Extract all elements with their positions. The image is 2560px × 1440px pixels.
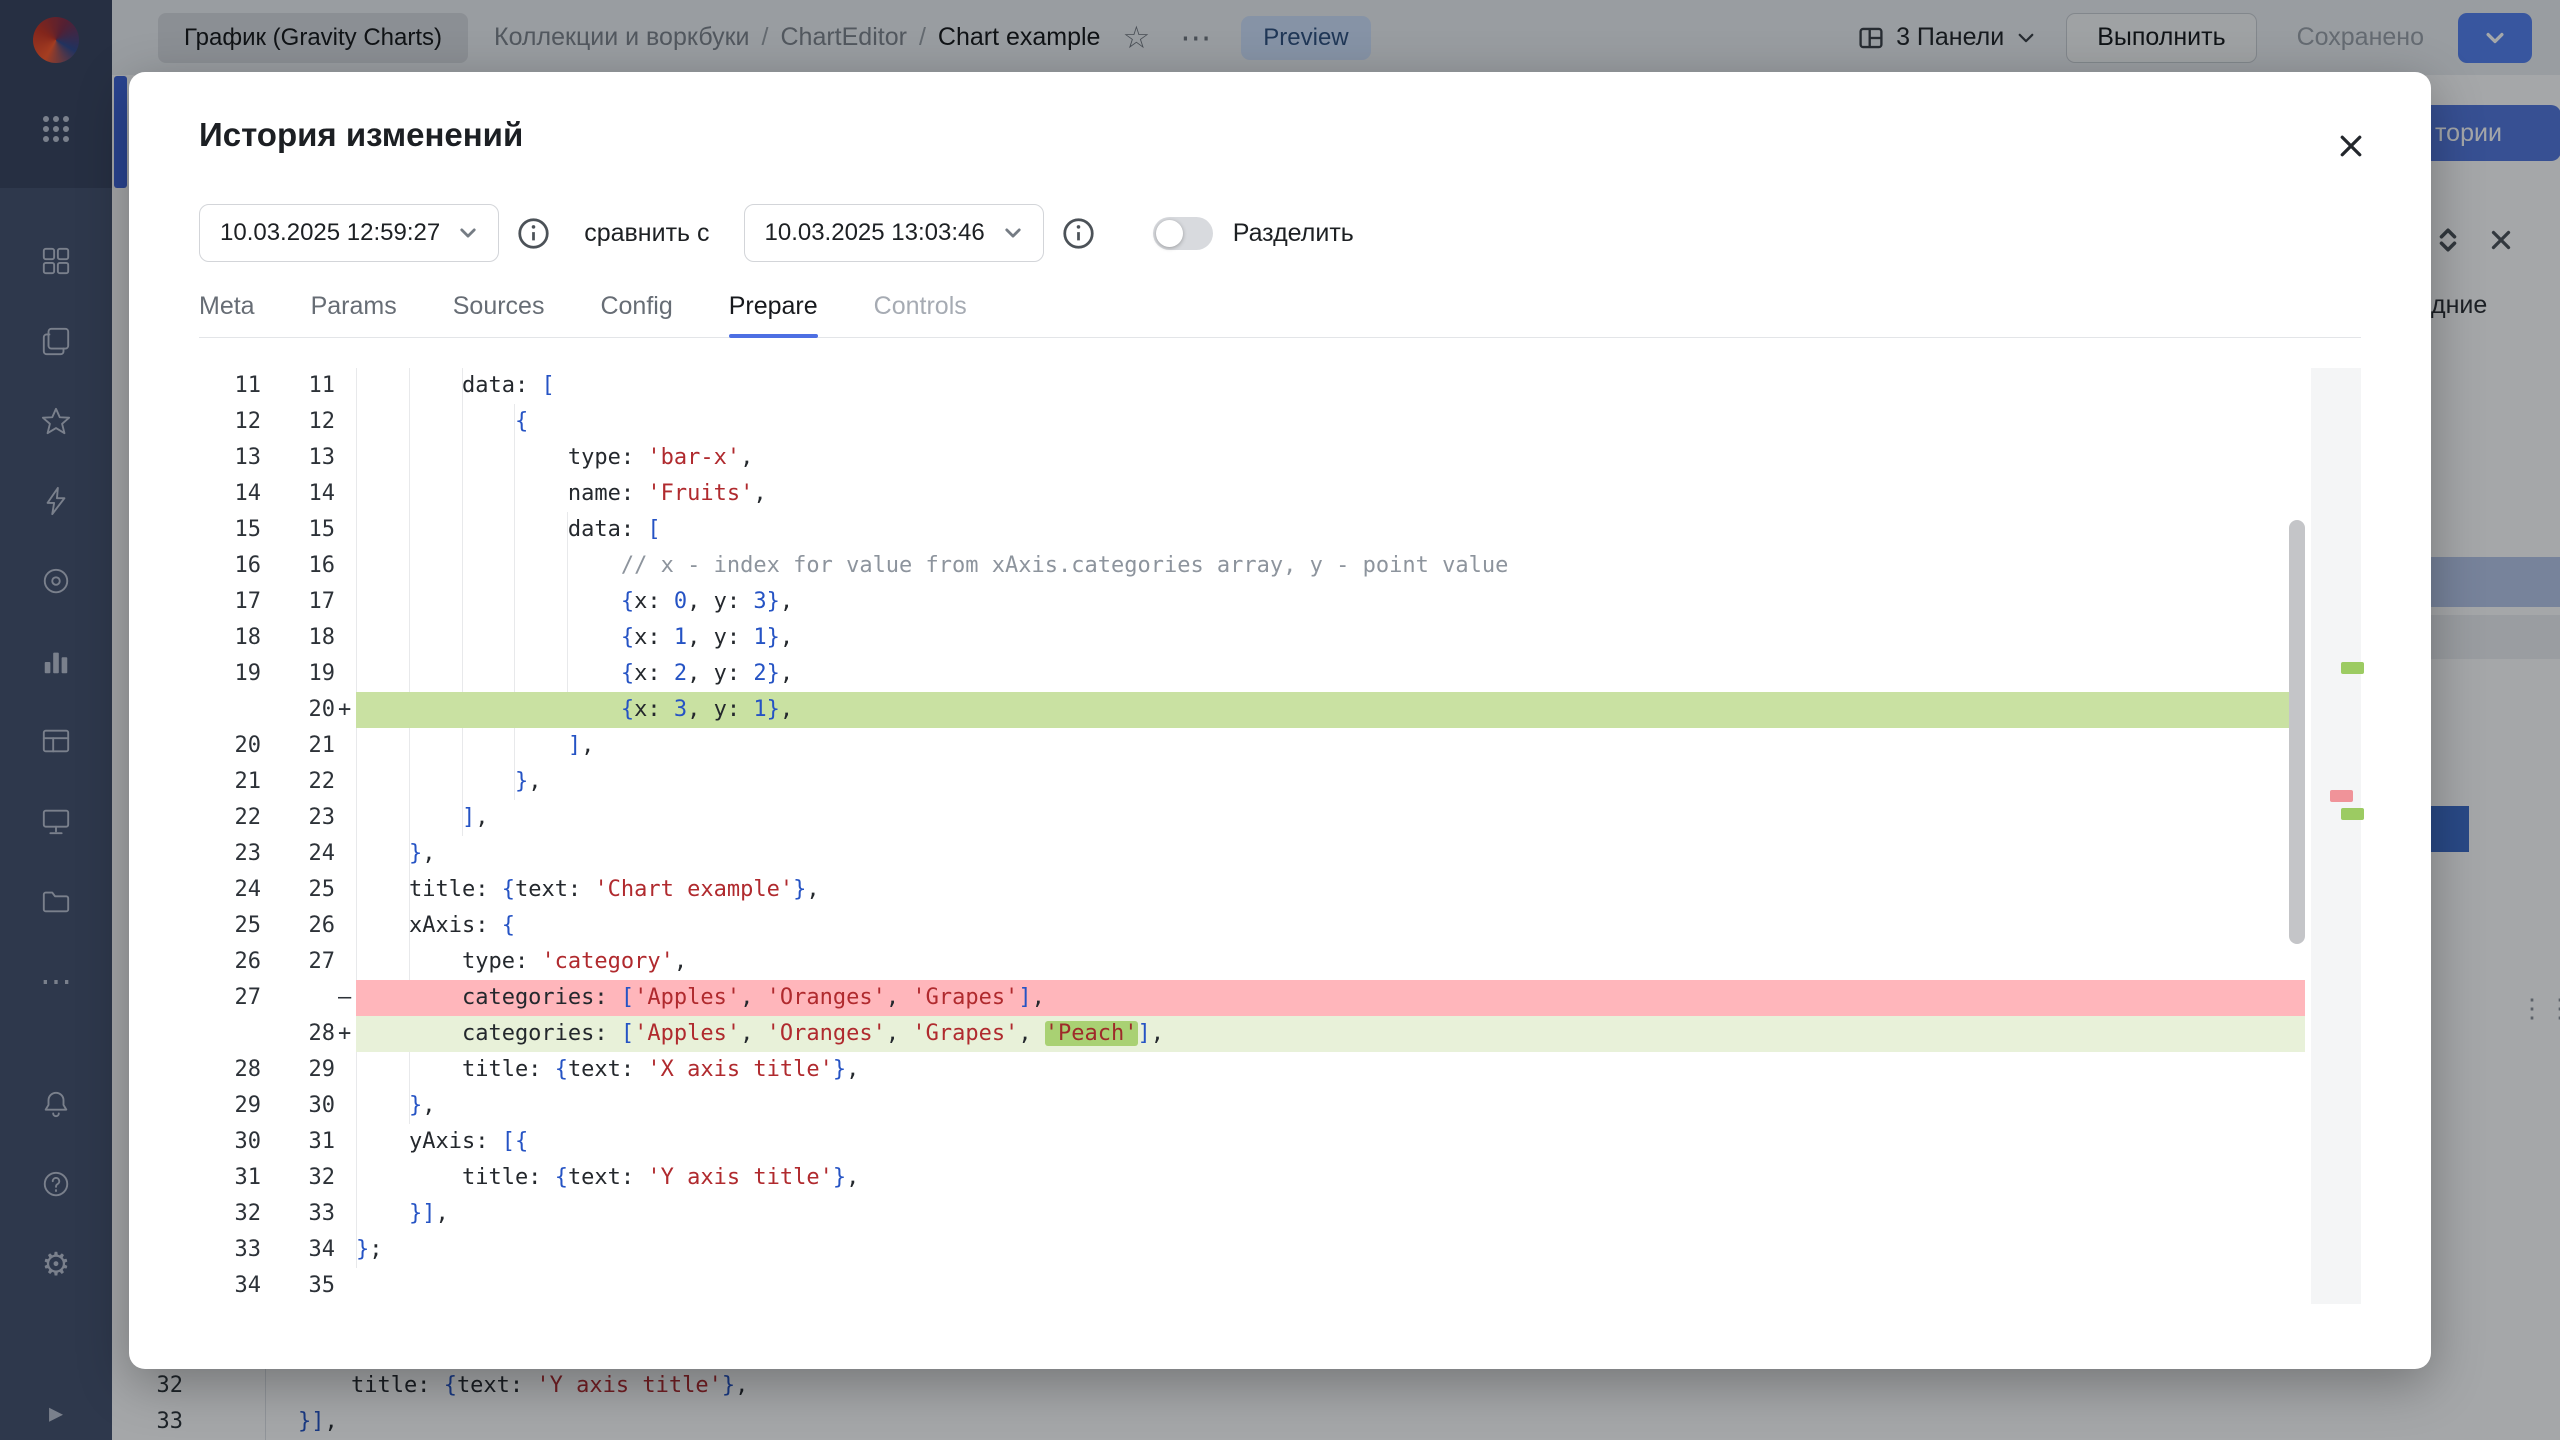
diff-row: 3435 [199, 1268, 2361, 1304]
history-modal: История изменений 10.03.2025 12:59:27 ср… [129, 72, 2431, 1369]
diff-row: 2223 ], [199, 800, 2361, 836]
diff-row: 2627 type: 'category', [199, 944, 2361, 980]
compare-with-label: сравнить с [584, 219, 709, 248]
ruler-mark-added [2341, 808, 2364, 820]
diff-row: 1111 data: [ [199, 368, 2361, 404]
diff-row: 1313 type: 'bar-x', [199, 440, 2361, 476]
diff-row: 3233 }], [199, 1196, 2361, 1232]
diff-row: 3334}; [199, 1232, 2361, 1268]
tab-controls[interactable]: Controls [874, 292, 967, 337]
tab-meta[interactable]: Meta [199, 292, 255, 337]
diff-viewer: 1111 data: [1212 {1313 type: 'bar-x',141… [199, 368, 2361, 1304]
ruler-mark-removed [2330, 790, 2353, 802]
split-toggle[interactable] [1153, 217, 1213, 250]
diff-rows: 1111 data: [1212 {1313 type: 'bar-x',141… [199, 368, 2361, 1304]
diff-row: 2425 title: {text: 'Chart example'}, [199, 872, 2361, 908]
tab-prepare[interactable]: Prepare [729, 292, 818, 337]
diff-row: 3132 title: {text: 'Y axis title'}, [199, 1160, 2361, 1196]
modal-tabs: Meta Params Sources Config Prepare Contr… [199, 292, 2361, 338]
diff-overview-ruler [2311, 368, 2361, 1304]
tab-config[interactable]: Config [600, 292, 672, 337]
diff-row: 1515 data: [ [199, 512, 2361, 548]
version-select-right[interactable]: 10.03.2025 13:03:46 [744, 204, 1044, 262]
diff-row: 1414 name: 'Fruits', [199, 476, 2361, 512]
scrollbar-thumb[interactable] [2289, 520, 2305, 944]
chevron-down-icon [458, 223, 478, 243]
diff-scrollbar[interactable] [2289, 368, 2305, 1304]
toggle-knob [1156, 220, 1183, 247]
diff-row: 27— categories: ['Apples', 'Oranges', 'G… [199, 980, 2361, 1016]
diff-row: 1212 { [199, 404, 2361, 440]
diff-row: 2122 }, [199, 764, 2361, 800]
diff-row: 1717 {x: 0, y: 3}, [199, 584, 2361, 620]
diff-row: 20+ {x: 3, y: 1}, [199, 692, 2361, 728]
tab-sources[interactable]: Sources [453, 292, 545, 337]
tab-params[interactable]: Params [311, 292, 397, 337]
diff-row: 1818 {x: 1, y: 1}, [199, 620, 2361, 656]
diff-row: 3031 yAxis: [{ [199, 1124, 2361, 1160]
diff-row: 28+ categories: ['Apples', 'Oranges', 'G… [199, 1016, 2361, 1052]
diff-row: 2021 ], [199, 728, 2361, 764]
ruler-mark-added [2341, 662, 2364, 674]
diff-row: 1919 {x: 2, y: 2}, [199, 656, 2361, 692]
split-label: Разделить [1233, 219, 1354, 248]
version-select-left-value: 10.03.2025 12:59:27 [220, 219, 440, 247]
info-icon[interactable] [1062, 217, 1095, 250]
diff-row: 2526 xAxis: { [199, 908, 2361, 944]
modal-title: История изменений [199, 116, 2361, 154]
chevron-down-icon [1003, 223, 1023, 243]
diff-row: 2324 }, [199, 836, 2361, 872]
version-select-right-value: 10.03.2025 13:03:46 [765, 219, 985, 247]
version-select-left[interactable]: 10.03.2025 12:59:27 [199, 204, 499, 262]
compare-controls: 10.03.2025 12:59:27 сравнить с 10.03.202… [199, 204, 2361, 262]
diff-row: 1616 // x - index for value from xAxis.c… [199, 548, 2361, 584]
info-icon[interactable] [517, 217, 550, 250]
diff-row: 2930 }, [199, 1088, 2361, 1124]
close-icon[interactable] [2331, 126, 2371, 166]
diff-row: 2829 title: {text: 'X axis title'}, [199, 1052, 2361, 1088]
